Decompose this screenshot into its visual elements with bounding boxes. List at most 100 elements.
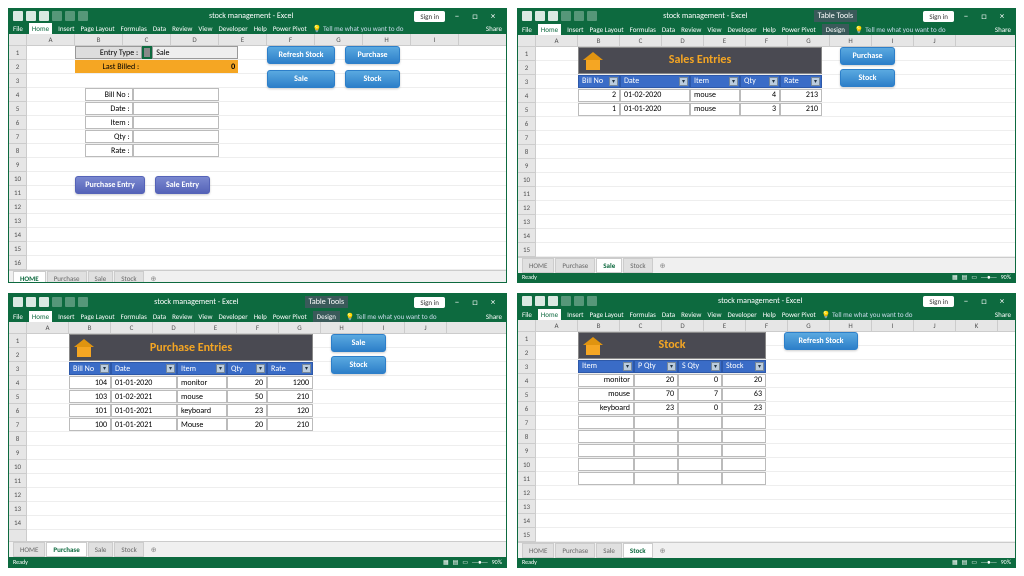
ribbon-tab[interactable]: Home: [29, 23, 52, 34]
close-icon[interactable]: ×: [993, 9, 1011, 23]
ribbon-tab[interactable]: Power Pivot: [782, 310, 816, 319]
ribbon-tab[interactable]: File: [522, 310, 532, 319]
table-cell[interactable]: mouse: [690, 103, 740, 116]
home-icon[interactable]: [583, 52, 603, 72]
ribbon-tab[interactable]: File: [522, 25, 532, 34]
row-header[interactable]: 11: [518, 187, 535, 201]
col-header[interactable]: J: [914, 320, 956, 331]
st-button[interactable]: Stock: [331, 356, 386, 374]
table-cell[interactable]: Mouse: [177, 418, 227, 431]
col-header[interactable]: B: [75, 34, 123, 45]
close-icon[interactable]: ×: [484, 295, 502, 309]
ribbon-tab[interactable]: Review: [681, 310, 701, 319]
row-header[interactable]: 8: [9, 432, 26, 446]
table-cell[interactable]: [578, 458, 634, 471]
ribbon-tab[interactable]: Home: [538, 309, 561, 320]
col-header[interactable]: C: [620, 320, 662, 331]
table-header[interactable]: Qty▾: [740, 75, 780, 88]
home-icon[interactable]: [74, 339, 94, 359]
view-icon[interactable]: ▦: [952, 558, 958, 566]
row-header[interactable]: 14: [9, 516, 26, 530]
row-header[interactable]: 12: [518, 201, 535, 215]
ribbon-tab[interactable]: Home: [538, 24, 561, 35]
maximize-icon[interactable]: □: [466, 9, 484, 23]
row-header[interactable]: 5: [518, 388, 535, 402]
select-all[interactable]: [518, 320, 536, 331]
table-header[interactable]: Bill No▾: [69, 362, 111, 375]
ribbon-tab[interactable]: Home: [29, 311, 52, 322]
table-cell[interactable]: 104: [69, 376, 111, 389]
row-header[interactable]: 8: [518, 430, 535, 444]
qat-icon[interactable]: [561, 11, 571, 21]
qat-icon[interactable]: [574, 296, 584, 306]
ribbon-tab[interactable]: Data: [662, 25, 675, 34]
signin-button[interactable]: Sign in: [923, 296, 954, 307]
ribbon-tab[interactable]: Formulas: [630, 310, 656, 319]
share-button[interactable]: Share: [486, 312, 502, 321]
form-input[interactable]: [133, 116, 219, 129]
filter-icon[interactable]: ▾: [769, 77, 778, 86]
ribbon-tab[interactable]: Insert: [567, 25, 583, 34]
form-input[interactable]: [133, 130, 219, 143]
maximize-icon[interactable]: □: [466, 295, 484, 309]
row-header[interactable]: 5: [9, 102, 26, 116]
save-icon[interactable]: [522, 11, 532, 21]
table-cell[interactable]: [578, 430, 634, 443]
select-all[interactable]: [9, 34, 27, 45]
table-cell[interactable]: mouse: [578, 388, 634, 401]
row-header[interactable]: 4: [9, 88, 26, 102]
table-cell[interactable]: [578, 472, 634, 485]
table-cell[interactable]: keyboard: [578, 402, 634, 415]
view-icon[interactable]: ▭: [971, 273, 977, 281]
save-icon[interactable]: [13, 11, 23, 21]
ribbon-tab[interactable]: Developer: [727, 25, 756, 34]
filter-icon[interactable]: ▾: [302, 364, 311, 373]
signin-button[interactable]: Sign in: [414, 11, 445, 22]
table-header[interactable]: Item▾: [578, 360, 634, 373]
row-header[interactable]: 4: [9, 376, 26, 390]
row-header[interactable]: 3: [518, 75, 535, 89]
table-cell[interactable]: 210: [267, 390, 313, 403]
row-header[interactable]: 9: [9, 446, 26, 460]
ribbon-tab[interactable]: View: [198, 312, 212, 321]
ribbon-tab[interactable]: File: [13, 24, 23, 33]
table-cell[interactable]: [722, 444, 766, 457]
ribbon-tab[interactable]: Help: [254, 312, 267, 321]
new-sheet-icon[interactable]: ⊕: [145, 543, 163, 556]
ribbon-tab[interactable]: Formulas: [630, 25, 656, 34]
table-cell[interactable]: 01-01-2021: [111, 404, 177, 417]
save-icon[interactable]: [522, 296, 532, 306]
table-cell[interactable]: [634, 458, 678, 471]
row-header[interactable]: 2: [518, 61, 535, 75]
row-header[interactable]: 5: [518, 103, 535, 117]
col-header[interactable]: E: [219, 34, 267, 45]
filter-icon[interactable]: ▾: [811, 77, 820, 86]
filter-icon[interactable]: ▾: [256, 364, 265, 373]
row-header[interactable]: 15: [518, 528, 535, 542]
rs-button[interactable]: Refresh Stock: [784, 332, 858, 350]
col-header[interactable]: A: [536, 35, 578, 46]
row-header[interactable]: 14: [518, 229, 535, 243]
row-header[interactable]: 10: [518, 173, 535, 187]
table-cell[interactable]: 23: [634, 402, 678, 415]
ribbon-tab[interactable]: Data: [662, 310, 675, 319]
qat-icon[interactable]: [65, 297, 75, 307]
row-header[interactable]: 10: [518, 458, 535, 472]
save-icon[interactable]: [13, 297, 23, 307]
purchase-entry-button[interactable]: Purchase Entry: [75, 176, 145, 194]
col-header[interactable]: B: [69, 322, 111, 333]
sheet-tab[interactable]: Sale: [88, 542, 114, 557]
col-header[interactable]: A: [27, 322, 69, 333]
form-input[interactable]: [133, 88, 219, 101]
table-cell[interactable]: [578, 416, 634, 429]
sheet-tab[interactable]: Stock: [114, 271, 143, 283]
col-header[interactable]: K: [956, 320, 998, 331]
ribbon-tab[interactable]: Formulas: [121, 312, 147, 321]
table-cell[interactable]: 01-01-2020: [620, 103, 690, 116]
design-tab[interactable]: Design: [822, 24, 849, 35]
row-header[interactable]: 7: [9, 130, 26, 144]
table-cell[interactable]: 20: [227, 376, 267, 389]
new-sheet-icon[interactable]: ⊕: [654, 544, 672, 557]
qat-icon[interactable]: [78, 11, 88, 21]
minimize-icon[interactable]: −: [957, 294, 975, 308]
